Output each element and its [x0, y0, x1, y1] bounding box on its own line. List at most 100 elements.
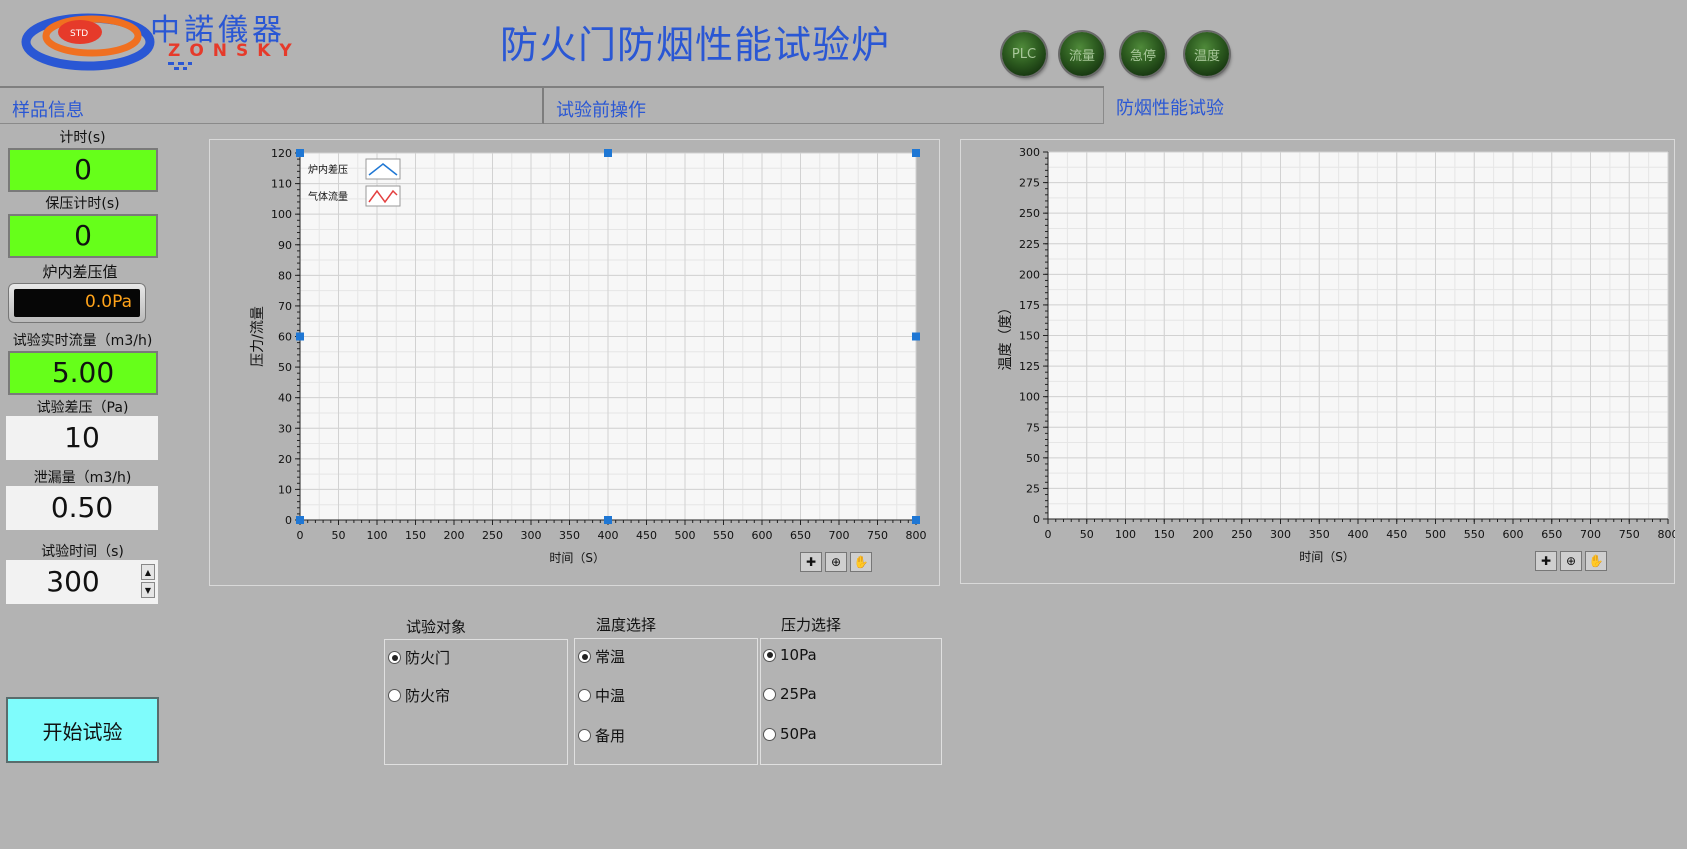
chart1-ytick-label: 100 — [271, 208, 292, 221]
temperature-chart[interactable]: 0 50 100 150 200 250 300 350 400 450 500 550 600 650 7… — [960, 139, 1675, 584]
start-test-button[interactable]: 开始试验 — [6, 697, 159, 763]
test-time-label: 试验时间（s) — [41, 544, 124, 560]
chart1-cursor-tool[interactable]: ✚ — [800, 552, 822, 572]
radio-10pa-label: 10Pa — [780, 646, 817, 664]
test-time-decrement[interactable]: ▼ — [141, 582, 155, 598]
chart1-xtick-label: 400 — [598, 529, 619, 542]
chart2-xtick-label: 650 — [1541, 528, 1562, 541]
chart2-ytick-label: 175 — [1019, 299, 1040, 312]
chart1-xtick-label: 500 — [675, 529, 696, 542]
chart2-xtick-label: 450 — [1386, 528, 1407, 541]
chart2-xtick-label: 550 — [1464, 528, 1485, 541]
radio-dot — [388, 651, 401, 664]
chart1-selection-handle — [912, 332, 920, 341]
radio-fire-door[interactable]: 防火门 — [388, 647, 450, 668]
tab-smoke-test[interactable]: 防烟性能试验 — [1104, 86, 1687, 124]
radio-dot — [578, 689, 591, 702]
chart2-xtick-label: 50 — [1080, 528, 1094, 541]
chart1-ytick-label: 40 — [278, 392, 292, 405]
chart2-xlabel: 时间（S） — [1299, 550, 1355, 564]
logo-mark-text: STD — [70, 29, 88, 39]
tab-sample-info-label: 样品信息 — [12, 100, 84, 121]
plc-indicator: PLC — [1002, 32, 1046, 76]
leakage-field[interactable]: 0.50 — [6, 486, 158, 530]
chart1-ytick-label: 120 — [271, 147, 292, 160]
radio-10pa[interactable]: 10Pa — [763, 646, 817, 664]
radio-spare-temp[interactable]: 备用 — [578, 725, 625, 746]
leakage-label: 泄漏量（m3/h) — [33, 470, 132, 486]
radio-normal-temp[interactable]: 常温 — [578, 646, 625, 667]
radio-50pa-label: 50Pa — [780, 725, 817, 743]
realtime-flow-label: 试验实时流量（m3/h) — [12, 333, 153, 349]
chart2-xtick-label: 0 — [1045, 528, 1052, 541]
chart1-xtick-label: 100 — [367, 529, 388, 542]
chart1-selection-handle — [912, 149, 920, 157]
chart2-xtick-label: 400 — [1348, 528, 1369, 541]
chart1-ytick-label: 30 — [278, 422, 292, 435]
chart2-ytick-label: 200 — [1019, 268, 1040, 281]
chart1-ytick-label: 110 — [271, 178, 292, 191]
chart2-ytick-label: 100 — [1019, 391, 1040, 404]
chart1-xtick-label: 250 — [482, 529, 503, 542]
furnace-pressure-label: 炉内差压值 — [42, 263, 118, 281]
tab-sample-info[interactable]: 样品信息 — [0, 88, 544, 124]
chart1-xtick-label: 550 — [713, 529, 734, 542]
chart1-xtick-label: 600 — [752, 529, 773, 542]
chart2-xtick-label: 300 — [1270, 528, 1291, 541]
flow-indicator-label: 流量 — [1068, 48, 1095, 64]
tab-smoke-test-label: 防烟性能试验 — [1116, 98, 1224, 119]
chart1-selection-handle — [296, 332, 304, 341]
test-pressure-field[interactable]: 10 — [6, 416, 158, 460]
zoom-icon: ⊕ — [830, 555, 842, 569]
timer-label: 计时(s) — [59, 130, 106, 146]
chart1-xlabel: 时间（S） — [549, 551, 605, 565]
radio-normal-temp-label: 常温 — [595, 648, 626, 666]
hand-icon: ✋ — [853, 555, 869, 569]
radio-medium-temp[interactable]: 中温 — [578, 685, 625, 706]
crosshair-icon: ✚ — [805, 555, 817, 569]
chart2-pan-tool[interactable]: ✋ — [1585, 551, 1607, 571]
radio-dot — [763, 727, 776, 741]
chart2-ytick-label: 275 — [1019, 177, 1040, 190]
radio-50pa[interactable]: 50Pa — [763, 725, 817, 743]
radio-dot — [388, 689, 401, 702]
pressure-flow-chart[interactable]: 0 50 100 150 200 250 300 350 400 450 500 550 600 650 7… — [209, 139, 940, 586]
chart1-selection-handle — [604, 516, 612, 524]
chart2-ytick-label: 25 — [1026, 482, 1040, 495]
chart1-zoom-tool[interactable]: ⊕ — [825, 552, 847, 572]
test-time-field[interactable]: 300 — [6, 560, 158, 604]
logo-en-text: ZONSKY — [168, 41, 301, 61]
chart1-ytick-label: 60 — [278, 331, 292, 344]
chart1-xtick-label: 450 — [636, 529, 657, 542]
test-object-title: 试验对象 — [406, 618, 467, 636]
emergency-stop-indicator-label: 急停 — [1129, 48, 1156, 64]
chart1-selection-handle — [296, 149, 304, 157]
chart2-ytick-label: 250 — [1019, 207, 1040, 220]
test-pressure-label: 试验差压（Pa) — [36, 400, 129, 416]
chart2-zoom-tool[interactable]: ⊕ — [1560, 551, 1582, 571]
chart2-xtick-label: 100 — [1115, 528, 1136, 541]
chart1-ytick-label: 0 — [285, 514, 292, 527]
chart1-xtick-label: 350 — [559, 529, 580, 542]
chart2-ytick-label: 150 — [1019, 330, 1040, 343]
flow-indicator: 流量 — [1060, 32, 1104, 76]
radio-25pa[interactable]: 25Pa — [763, 685, 817, 703]
chart2-xtick-label: 600 — [1503, 528, 1524, 541]
radio-fire-curtain[interactable]: 防火帘 — [388, 685, 450, 706]
app-title: 防火门防烟性能试验炉 — [500, 23, 891, 67]
chart2-xtick-label: 150 — [1154, 528, 1175, 541]
chart1-selection-handle — [912, 516, 920, 524]
tab-pre-test[interactable]: 试验前操作 — [544, 88, 1104, 124]
chart2-ytick-label: 300 — [1019, 146, 1040, 159]
chart1-legend-label-0: 炉内差压 — [308, 163, 348, 176]
chart1-pan-tool[interactable]: ✋ — [850, 552, 872, 572]
chart1-xtick-label: 650 — [790, 529, 811, 542]
test-time-increment[interactable]: ▲ — [141, 564, 155, 580]
plc-indicator-label: PLC — [1011, 46, 1037, 62]
chart1-xtick-label: 50 — [332, 529, 346, 542]
chart2-ytick-label: 0 — [1033, 513, 1040, 526]
chart2-cursor-tool[interactable]: ✚ — [1535, 551, 1557, 571]
chevron-up-icon: ▲ — [144, 567, 152, 577]
chart2-ytick-label: 225 — [1019, 238, 1040, 251]
chart1-legend-swatch-box-1 — [365, 185, 401, 207]
